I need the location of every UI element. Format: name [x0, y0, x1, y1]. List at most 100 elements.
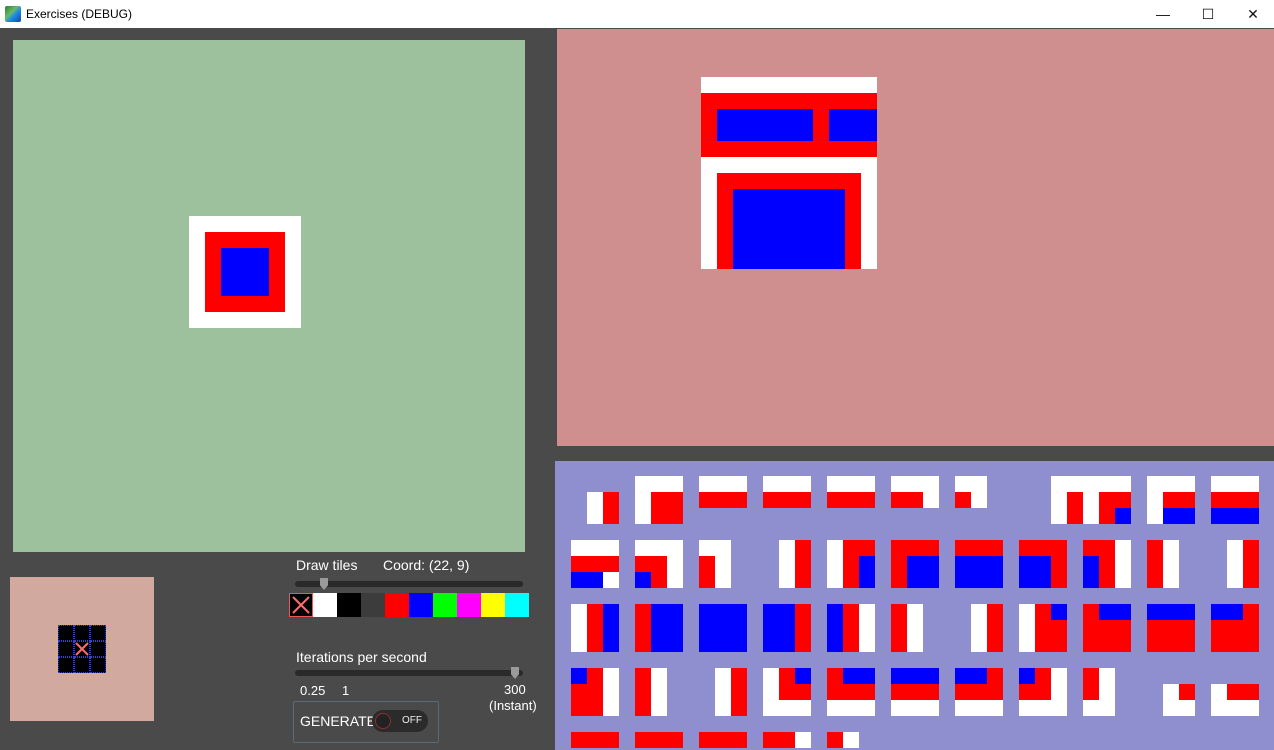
tile-cell — [1099, 572, 1115, 588]
tile-cell — [891, 636, 907, 652]
iterations-slider-thumb[interactable] — [511, 667, 519, 679]
tile-cell — [731, 620, 747, 636]
tile-cell — [1227, 476, 1243, 492]
tile-cell — [907, 636, 923, 652]
tile-cell — [779, 732, 795, 748]
tile-cell — [891, 668, 907, 684]
tile-cell — [1179, 684, 1195, 700]
tile-cell — [635, 476, 651, 492]
tile-cell — [587, 668, 603, 684]
tile-cell — [1147, 620, 1163, 636]
generate-toggle[interactable]: OFF — [372, 710, 428, 732]
tile-cell — [763, 668, 779, 684]
tile-cell — [1019, 636, 1035, 652]
tile-cell — [859, 540, 875, 556]
tile-cell — [1115, 476, 1131, 492]
tile-cell — [1099, 636, 1115, 652]
pattern-tile — [699, 668, 747, 716]
tile-cell — [859, 604, 875, 620]
tile-cell — [1083, 700, 1099, 716]
green-swatch[interactable] — [433, 593, 457, 617]
tile-cell — [603, 700, 619, 716]
tile-cell — [699, 476, 715, 492]
tile-cell — [1163, 700, 1179, 716]
blue-swatch[interactable] — [409, 593, 433, 617]
eraser-swatch[interactable] — [289, 593, 313, 617]
black-swatch[interactable] — [337, 593, 361, 617]
pattern-tile — [1035, 476, 1083, 524]
tile-cell — [1083, 668, 1099, 684]
iterations-slider[interactable] — [295, 670, 523, 676]
window-title: Exercises (DEBUG) — [26, 7, 133, 21]
tile-cell — [1243, 636, 1259, 652]
tile-cell — [1099, 508, 1115, 524]
tile-cell — [1179, 492, 1195, 508]
tile-cell — [1163, 620, 1179, 636]
tile-cell — [859, 492, 875, 508]
tile-cell — [923, 684, 939, 700]
maximize-button[interactable]: ☐ — [1185, 0, 1231, 28]
magenta-swatch[interactable] — [457, 593, 481, 617]
tile-cell — [1051, 684, 1067, 700]
red-swatch[interactable] — [385, 593, 409, 617]
tile-cell — [1227, 572, 1243, 588]
tile-cell — [955, 684, 971, 700]
tile-cell — [1163, 508, 1179, 524]
tile-cell — [635, 668, 651, 684]
pattern-tile — [635, 540, 683, 588]
gray-swatch[interactable] — [361, 593, 385, 617]
tile-cell — [891, 572, 907, 588]
pattern-tile — [1147, 540, 1195, 588]
tile-cell — [651, 620, 667, 636]
tile-cell — [763, 732, 779, 748]
yellow-swatch[interactable] — [481, 593, 505, 617]
tile-cell — [715, 540, 731, 556]
preview-cell — [58, 641, 74, 657]
tile-cell — [795, 476, 811, 492]
preview-grid — [58, 625, 106, 673]
tile-cell — [1163, 476, 1179, 492]
tile-cell — [603, 620, 619, 636]
tile-cell — [1227, 508, 1243, 524]
tile-cell — [635, 700, 651, 716]
pattern-tile — [1019, 668, 1067, 716]
tile-cell — [635, 508, 651, 524]
preview-cell — [58, 657, 74, 673]
tile-cell — [603, 492, 619, 508]
tile-cell — [571, 620, 587, 636]
tile-cell — [1243, 476, 1259, 492]
coord-label: Coord: (22, 9) — [383, 557, 470, 573]
pattern-tile — [1019, 540, 1067, 588]
cyan-swatch[interactable] — [505, 593, 529, 617]
tile-cell — [1179, 636, 1195, 652]
tile-cell — [651, 540, 667, 556]
tile-cell — [859, 668, 875, 684]
white-swatch[interactable] — [313, 593, 337, 617]
tile-cell — [955, 540, 971, 556]
input-canvas[interactable] — [13, 40, 525, 552]
draw-tiles-slider[interactable] — [295, 581, 523, 587]
pattern-tile — [1019, 604, 1067, 652]
tile-cell — [843, 684, 859, 700]
tile-cell — [779, 540, 795, 556]
tile-cell — [1035, 556, 1051, 572]
pattern-tile — [891, 476, 939, 524]
draw-tiles-slider-thumb[interactable] — [320, 578, 328, 590]
tile-cell — [699, 636, 715, 652]
tile-cell — [715, 668, 731, 684]
tile-cell — [1035, 572, 1051, 588]
close-button[interactable]: ✕ — [1230, 0, 1274, 28]
tile-cell — [971, 572, 987, 588]
tile-cell — [603, 732, 619, 748]
tile-cell — [587, 492, 603, 508]
tile-cell — [923, 492, 939, 508]
pattern-tile — [571, 476, 619, 524]
tile-cell — [715, 572, 731, 588]
tile-cell — [1019, 700, 1035, 716]
minimize-button[interactable]: — — [1140, 0, 1186, 28]
tile-cell — [1099, 556, 1115, 572]
tile-cell — [1083, 556, 1099, 572]
pattern-tile — [571, 732, 619, 750]
tile-cell — [1051, 620, 1067, 636]
tile-cell — [779, 476, 795, 492]
